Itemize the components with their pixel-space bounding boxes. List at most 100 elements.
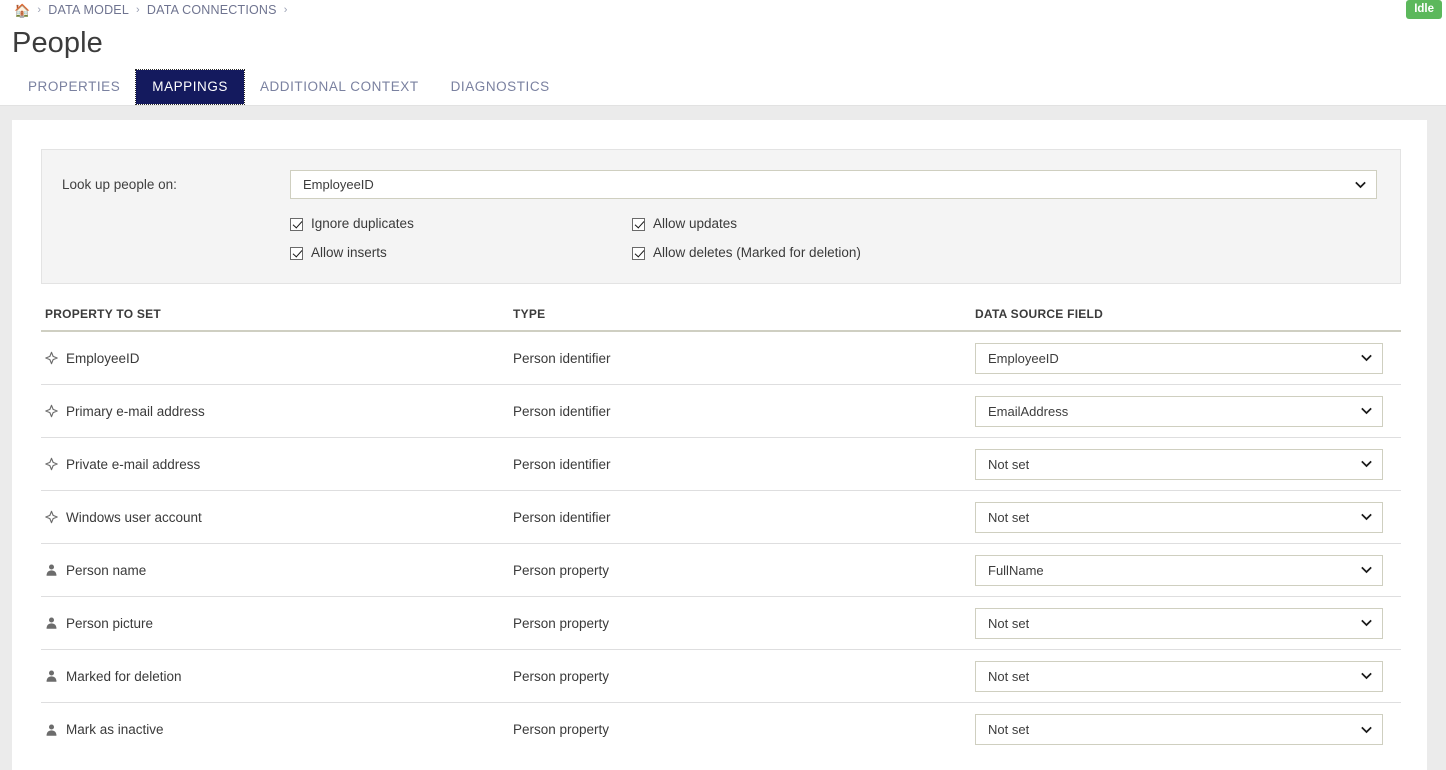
checkbox-label: Allow inserts <box>311 245 387 260</box>
home-icon[interactable]: 🏠 <box>14 4 30 17</box>
property-cell: Mark as inactive <box>41 721 513 738</box>
type-label: Person property <box>513 668 610 684</box>
source-cell: Not set <box>971 501 1401 533</box>
lookup-options: Ignore duplicates Allow updates Allow in… <box>290 216 1386 261</box>
page-title: People <box>12 27 103 59</box>
property-label: Person picture <box>66 615 154 631</box>
page-header: 🏠 › DATA MODEL › DATA CONNECTIONS › Idle… <box>0 0 1446 106</box>
chevron-down-icon <box>1361 726 1372 733</box>
source-cell: EmployeeID <box>971 342 1401 374</box>
source-cell: FullName <box>971 554 1401 586</box>
breadcrumb-item-data-connections[interactable]: DATA CONNECTIONS <box>147 3 277 17</box>
data-source-field-select[interactable]: Not set <box>975 448 1383 480</box>
content-card: Look up people on: EmployeeID Ignore dup… <box>12 120 1427 770</box>
header-divider <box>0 105 1446 106</box>
checkbox-allow-updates[interactable]: Allow updates <box>632 216 1386 232</box>
person-icon <box>46 564 57 576</box>
type-label: Person identifier <box>513 456 611 472</box>
data-source-field-value: Not set <box>988 668 1030 684</box>
property-cell: Windows user account <box>41 509 513 526</box>
type-label: Person identifier <box>513 403 611 419</box>
identifier-diamond-icon <box>45 351 58 365</box>
checkbox-ignore-duplicates[interactable]: Ignore duplicates <box>290 216 632 232</box>
table-row: Person name Person property FullName <box>41 544 1401 597</box>
breadcrumb: 🏠 › DATA MODEL › DATA CONNECTIONS › <box>12 0 1434 18</box>
property-cell: Person picture <box>41 615 513 632</box>
column-header-type: TYPE <box>513 307 546 321</box>
data-source-field-value: Not set <box>988 615 1030 631</box>
source-cell: EmailAddress <box>971 395 1401 427</box>
data-source-field-select[interactable]: EmailAddress <box>975 395 1383 427</box>
property-cell: EmployeeID <box>41 350 513 367</box>
identifier-diamond-icon <box>45 510 58 524</box>
table-row: Mark as inactive Person property Not set <box>41 703 1401 756</box>
property-label: Mark as inactive <box>66 722 164 737</box>
breadcrumb-item-data-model[interactable]: DATA MODEL <box>48 3 129 17</box>
lookup-row: Look up people on: EmployeeID <box>62 170 1386 199</box>
source-cell: Not set <box>971 448 1401 480</box>
breadcrumb-separator: › <box>135 4 140 16</box>
chevron-down-icon <box>1361 407 1372 415</box>
chevron-down-icon <box>1361 619 1372 627</box>
identifier-diamond-icon <box>45 404 58 418</box>
property-label: EmployeeID <box>66 350 140 366</box>
page-background: Look up people on: EmployeeID Ignore dup… <box>0 106 1446 770</box>
checkbox-label: Ignore duplicates <box>311 216 414 231</box>
table-row: Person picture Person property Not set <box>41 597 1401 650</box>
property-label: Primary e-mail address <box>66 403 205 419</box>
table-body: EmployeeID Person identifier EmployeeID Pri… <box>41 332 1401 756</box>
checkbox-box <box>632 246 645 260</box>
property-label: Person name <box>66 562 147 578</box>
data-source-field-select[interactable]: Not set <box>975 714 1383 745</box>
chevron-down-icon <box>1361 513 1372 521</box>
table-row: Primary e-mail address Person identifier E… <box>41 385 1401 438</box>
property-label: Private e-mail address <box>66 456 201 472</box>
tab-diagnostics[interactable]: DIAGNOSTICS <box>435 70 566 104</box>
status-badge: Idle <box>1406 0 1442 19</box>
data-source-field-value: EmailAddress <box>988 403 1069 419</box>
lookup-field-select[interactable]: EmployeeID <box>290 170 1377 199</box>
person-icon <box>46 723 57 736</box>
table-header-row: PROPERTY TO SET TYPE DATA SOURCE FIELD <box>41 307 1401 332</box>
data-source-field-select[interactable]: Not set <box>975 607 1383 639</box>
checkbox-allow-deletes[interactable]: Allow deletes (Marked for deletion) <box>632 245 1386 261</box>
chevron-down-icon <box>1361 460 1372 468</box>
identifier-diamond-icon <box>45 457 58 471</box>
type-label: Person identifier <box>513 509 611 525</box>
data-source-field-select[interactable]: FullName <box>975 554 1383 586</box>
type-label: Person property <box>513 615 610 631</box>
tab-bar: PROPERTIES MAPPINGS ADDITIONAL CONTEXT D… <box>12 68 1434 105</box>
checkbox-box <box>290 217 303 231</box>
property-cell: Person name <box>41 562 513 579</box>
tab-mappings[interactable]: MAPPINGS <box>135 69 245 105</box>
source-cell: Not set <box>971 660 1401 692</box>
lookup-label: Look up people on: <box>62 176 177 192</box>
data-source-field-select[interactable]: Not set <box>975 660 1383 692</box>
table-row: Marked for deletion Person property Not se… <box>41 650 1401 703</box>
lookup-field-value: EmployeeID <box>303 177 374 192</box>
data-source-field-value: EmployeeID <box>988 350 1059 366</box>
chevron-down-icon <box>1361 672 1372 680</box>
data-source-field-value: FullName <box>988 562 1044 578</box>
type-label: Person identifier <box>513 350 611 366</box>
table-row: Private e-mail address Person identifier N… <box>41 438 1401 491</box>
data-source-field-select[interactable]: Not set <box>975 501 1383 533</box>
tab-properties[interactable]: PROPERTIES <box>12 70 136 104</box>
checkbox-box <box>632 217 645 231</box>
checkbox-box <box>290 246 303 260</box>
chevron-down-icon <box>1355 181 1366 188</box>
source-cell: Not set <box>971 607 1401 639</box>
property-label: Marked for deletion <box>66 668 182 684</box>
data-source-field-select[interactable]: EmployeeID <box>975 342 1383 374</box>
chevron-down-icon <box>1361 566 1372 574</box>
chevron-down-icon <box>1361 354 1372 362</box>
checkbox-allow-inserts[interactable]: Allow inserts <box>290 245 632 261</box>
lookup-panel: Look up people on: EmployeeID Ignore dup… <box>41 149 1401 284</box>
source-cell: Not set <box>971 714 1401 745</box>
type-label: Person property <box>513 722 610 737</box>
tab-additional-context[interactable]: ADDITIONAL CONTEXT <box>244 70 435 104</box>
property-label: Windows user account <box>66 509 202 525</box>
breadcrumb-separator: › <box>283 4 288 16</box>
column-header-property: PROPERTY TO SET <box>45 307 161 321</box>
column-header-source: DATA SOURCE FIELD <box>975 307 1104 321</box>
